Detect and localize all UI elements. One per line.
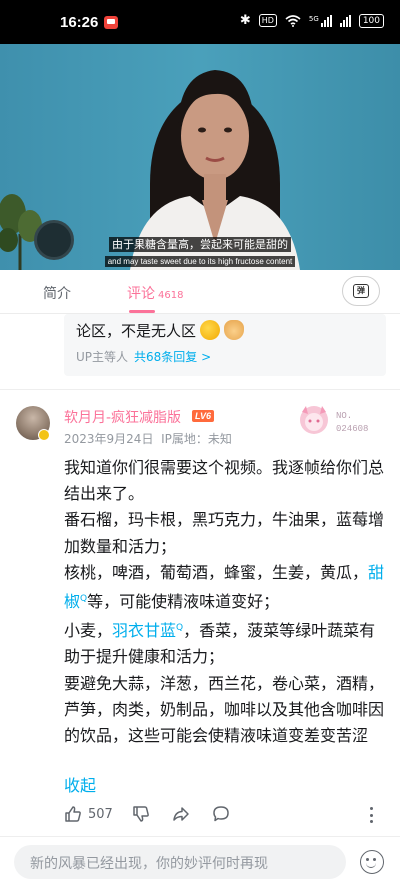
like-count: 507 <box>88 806 113 822</box>
reply-button[interactable] <box>212 805 230 823</box>
comment-date: 2023年9月24日 IP属地：未知 <box>64 432 232 446</box>
subtitle-english: and may taste sweet due to its high fruc… <box>0 249 400 268</box>
emoji-doge-icon <box>200 320 221 340</box>
signal-label: 5G <box>308 14 319 23</box>
dislike-button[interactable] <box>132 805 150 823</box>
username[interactable]: 软月月-疯狂减脂版 <box>64 407 181 427</box>
tab-active-indicator <box>129 310 155 313</box>
keyword-link-kale[interactable]: 羽衣甘蓝Q <box>112 621 183 640</box>
more-icon[interactable] <box>370 807 374 823</box>
vip-badge-icon <box>38 429 50 441</box>
comment-line-3: 核桃，啤酒，葡萄酒，蜂蜜，生姜，黄瓜，甜椒Q等，可能使精液味道变好； <box>64 562 385 612</box>
reply-preview-text: 论区，不是无人区 <box>76 320 245 341</box>
like-icon <box>65 806 81 822</box>
share-button[interactable] <box>172 805 190 823</box>
comment-line-5: 小麦，羽衣甘蓝Q，香菜，菠菜等绿叶蔬菜有助于提升健康和活力； <box>64 621 376 667</box>
reply-meta: UP主等人 共68条回复 > <box>76 348 211 365</box>
danmaku-icon: 弹 <box>353 284 369 298</box>
comment-line-6: 要避免大蒜，洋葱，西兰花，卷心菜，酒精，芦笋，肉类，奶制品，咖啡以及其他含咖啡因… <box>64 673 385 746</box>
video-player[interactable]: 由于果糖含量高，尝起来可能是甜的 and may taste sweet due… <box>0 44 400 270</box>
comment-line-2: 番石榴，玛卡根，黑巧克力，牛油果，蓝莓增加数量和活力； <box>64 510 385 556</box>
tab-comments[interactable]: 评论 4618 <box>127 283 183 303</box>
dislike-icon <box>133 806 149 822</box>
divider <box>0 389 400 390</box>
bluetooth-icon: ✱ <box>239 13 251 28</box>
emoji-icon[interactable] <box>360 850 384 874</box>
reply-icon <box>213 806 229 822</box>
view-replies-link[interactable]: 共68条回复 > <box>134 350 211 364</box>
comment-text: 我知道你们很需要这个视频。我逐帧给你们总结出来了。 番石榴，玛卡根，黑巧克力，牛… <box>64 455 390 749</box>
hd-voice-badge: HD <box>258 14 277 27</box>
share-icon <box>173 807 189 821</box>
comment-input[interactable]: 新的风暴已经出现，你的妙评何时再现 <box>14 845 346 879</box>
tab-comments-count: 4618 <box>158 290 184 301</box>
tab-bar: 简介 评论 4618 弹 <box>0 270 400 314</box>
fan-number-value: 024608 <box>336 424 369 434</box>
collapse-link[interactable]: 收起 <box>64 772 96 796</box>
app-notification-icon <box>104 16 118 29</box>
status-bar: 16:26 ✱ HD 5G 100 <box>0 0 400 44</box>
fan-number: NO. 024608 <box>336 411 369 434</box>
ip-location: IP属地：未知 <box>161 432 232 446</box>
like-button[interactable]: 507 <box>64 805 113 823</box>
danmaku-toggle-button[interactable]: 弹 <box>342 276 380 306</box>
reply-up-label: UP主等人 <box>76 350 129 364</box>
comment-action-bar: 507 <box>0 805 400 827</box>
reply-preview-card[interactable]: 论区，不是无人区 UP主等人 共68条回复 > <box>64 314 386 376</box>
tab-intro[interactable]: 简介 <box>43 283 71 303</box>
level-badge: LV6 <box>192 410 215 422</box>
status-indicators: ✱ HD 5G 100 <box>240 13 384 28</box>
emoji-dog-icon <box>224 320 245 340</box>
fan-badge-icon <box>300 406 328 434</box>
signal-icon-2 <box>339 14 351 27</box>
tab-comments-label: 评论 <box>127 286 155 302</box>
comment-input-bar: 新的风暴已经出现，你的妙评何时再现 <box>0 836 400 888</box>
signal-icon: 5G <box>308 14 332 27</box>
status-time: 16:26 <box>60 14 99 31</box>
comment-line-1: 我知道你们很需要这个视频。我逐帧给你们总结出来了。 <box>64 458 385 504</box>
wifi-icon <box>285 14 301 27</box>
battery-icon: 100 <box>358 13 384 28</box>
